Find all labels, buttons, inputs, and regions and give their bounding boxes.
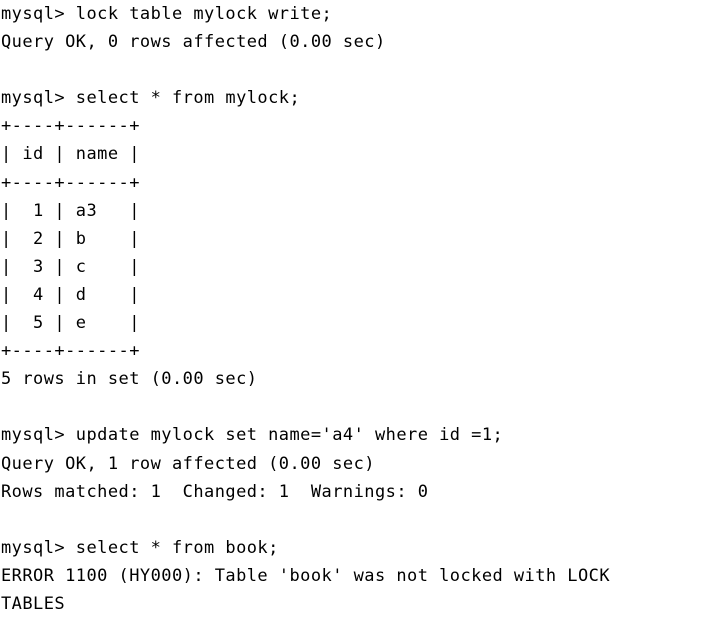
prompt-select-mylock-command: mysql> select * from mylock; — [1, 88, 301, 109]
prompt-update-command: mysql> update mylock set name='a4' where… — [1, 425, 504, 446]
table-border-top: +----+------+ — [1, 116, 140, 137]
table-row: | 1 | a3 | — [1, 200, 140, 221]
prompt-lock-table-command: mysql> lock table mylock write; — [1, 4, 333, 24]
table-row: | 5 | e | — [1, 313, 140, 334]
update-summary: Rows matched: 1 Changed: 1 Warnings: 0 — [1, 481, 429, 502]
terminal-output: mysql> lock table mylock write; Query OK… — [0, 0, 725, 619]
rows-in-set-result: 5 rows in set (0.00 sec) — [1, 369, 258, 390]
error-message: ERROR 1100 (HY000): Table 'book' was not… — [1, 565, 611, 586]
table-border-bottom: +----+------+ — [1, 341, 140, 362]
table-row: | 3 | c | — [1, 256, 140, 277]
table-border-header: +----+------+ — [1, 172, 140, 193]
update-result: Query OK, 1 row affected (0.00 sec) — [1, 453, 375, 474]
table-row: | 4 | d | — [1, 284, 140, 305]
error-message-continuation: TABLES — [1, 593, 66, 614]
table-header-row: | id | name | — [1, 144, 140, 165]
prompt-select-book-command: mysql> select * from book; — [1, 537, 279, 558]
table-row: | 2 | b | — [1, 228, 140, 249]
lock-table-result: Query OK, 0 rows affected (0.00 sec) — [1, 32, 386, 53]
